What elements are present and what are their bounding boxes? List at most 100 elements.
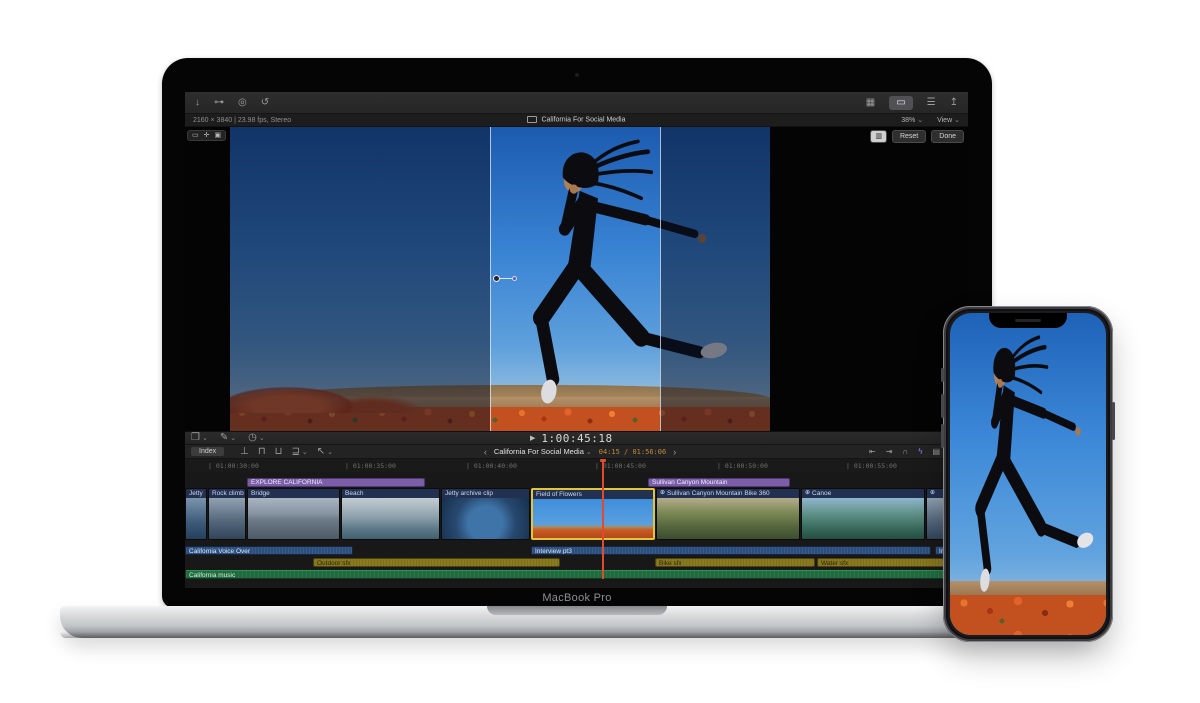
overwrite-edit-icon[interactable]: ⊒⌄ <box>291 447 307 457</box>
crop-trim-button[interactable]: ▭ <box>190 132 201 139</box>
clip-thumbnail <box>657 498 799 539</box>
app-toolbar: ↓ ⊶ ◎ ↺ ▦ ▭ ☰ ↥ <box>185 92 968 114</box>
index-button[interactable]: Index <box>191 447 224 456</box>
audio-clip[interactable]: Outdoor sfx <box>313 558 560 567</box>
timeline-clip[interactable]: ⊕Sullivan Canyon Mountain Bike 360 <box>656 488 800 540</box>
smart-conform-button[interactable]: ▥ <box>870 130 887 143</box>
viewer-view-menu[interactable]: View⌄ <box>937 116 960 124</box>
done-button[interactable]: Done <box>931 130 964 143</box>
ruler-tick: | 01:00:55:00 <box>846 462 897 470</box>
power-button <box>1112 402 1115 440</box>
reset-button[interactable]: Reset <box>892 130 926 143</box>
iphone <box>943 306 1113 642</box>
timeline-clip[interactable]: Jetty <box>185 488 207 540</box>
crop-dim-right <box>660 127 770 431</box>
chevron-down-icon: ⌄ <box>954 117 960 124</box>
audio-clip[interactable]: California Voice Over <box>185 546 353 555</box>
hero-scene: ↓ ⊶ ◎ ↺ ▦ ▭ ☰ ↥ 2160 × 3840 | 23.98 fps, Stere… <box>0 0 1200 703</box>
chevron-down-icon: ⌄ <box>586 449 592 456</box>
snapping-icon[interactable]: ϟ <box>918 448 922 456</box>
audio-skimming-icon[interactable]: ∩ <box>902 448 908 456</box>
select-tool-icon[interactable]: ↖⌄ <box>317 447 333 457</box>
clip-thumbnail <box>342 498 439 539</box>
viewer-tools: ❒⌄ ✎⌄ ◷⌄ <box>191 433 265 443</box>
retime-tool-icon[interactable]: ◷⌄ <box>248 433 265 443</box>
crop-edge-right[interactable] <box>660 127 661 431</box>
history-icon[interactable]: ↺ <box>261 98 269 108</box>
crop-dim-left <box>230 127 490 431</box>
playhead[interactable] <box>602 459 604 579</box>
filmstrip-view-icon[interactable]: ▭ <box>889 96 912 110</box>
title-clip[interactable]: Sullivan Canyon Mountain <box>648 478 790 487</box>
timeline-display-icon[interactable]: ▤ <box>932 448 940 456</box>
crop-crop-button[interactable]: ✛ <box>202 132 212 139</box>
timeline-right-icons: ⇤ ⇥ ∩ ϟ ▤ <box>869 448 940 456</box>
audio-clip[interactable]: California music <box>185 570 968 579</box>
crop-mode-buttons: ▭✛▣ <box>187 130 226 141</box>
connect-edit-icon[interactable]: ⊥ <box>240 447 249 457</box>
inspector-icon[interactable]: ☰ <box>927 98 936 108</box>
play-icon[interactable]: ▶ <box>530 434 535 442</box>
poppy-field <box>950 595 1106 635</box>
timeline-clip[interactable]: Beach <box>341 488 440 540</box>
viewer-timecode: 1:00:45:18 <box>541 432 612 445</box>
timeline-position: 04:15 / 01:56:06 <box>599 448 666 456</box>
next-project-icon[interactable]: › <box>673 447 676 457</box>
webcam-icon <box>575 73 579 77</box>
previous-project-icon[interactable]: ‹ <box>484 447 487 457</box>
clip-thumbnail <box>442 498 529 539</box>
globe-360-icon: ⊕ <box>660 489 665 498</box>
timeline-clip[interactable]: Jetty archive clip <box>441 488 530 540</box>
chevron-down-icon: ⌄ <box>917 117 923 124</box>
jumping-person <box>954 329 1106 601</box>
iphone-screen <box>950 313 1106 635</box>
macbook-label: MacBook Pro <box>162 592 992 604</box>
crop-kenburns-button[interactable]: ▣ <box>213 132 224 139</box>
browser-grid-icon[interactable]: ▦ <box>866 98 875 108</box>
final-cut-pro-window: ↓ ⊶ ◎ ↺ ▦ ▭ ☰ ↥ 2160 × 3840 | 23.98 fps, Stere… <box>185 92 968 588</box>
chevron-down-icon: ⌄ <box>230 435 236 442</box>
clip-name: Bridge <box>248 489 339 498</box>
macbook-bezel: ↓ ⊶ ◎ ↺ ▦ ▭ ☰ ↥ 2160 × 3840 | 23.98 fps, Stere… <box>162 58 992 608</box>
insert-edit-icon[interactable]: ⊓ <box>258 447 266 457</box>
timeline-clip[interactable]: Field of Flowers <box>531 488 655 540</box>
clip-thumbnail <box>186 498 206 539</box>
clip-name: Jetty archive clip <box>442 489 529 498</box>
transform-handle[interactable] <box>493 275 517 282</box>
toolbar-left-icons: ↓ ⊶ ◎ ↺ <box>195 98 269 108</box>
append-edit-icon[interactable]: ⊔ <box>275 447 283 457</box>
title-clip[interactable]: EXPLORE CALIFORNIA <box>247 478 425 487</box>
clip-name: Jetty <box>186 489 206 498</box>
clip-name: Field of Flowers <box>533 490 653 499</box>
viewer-project-title: California For Social Media <box>185 116 968 123</box>
check-circle-icon[interactable]: ◎ <box>238 98 247 108</box>
timeline-tracks: EXPLORE CALIFORNIA Sullivan Canyon Mounta… <box>185 472 968 588</box>
viewer-control-bar: ❒⌄ ✎⌄ ◷⌄ ▶ 1:00:45:18 <box>185 431 968 445</box>
audio-clip[interactable]: Bike sfx <box>655 558 815 567</box>
crop-tool-icon[interactable]: ❒⌄ <box>191 433 208 443</box>
toolbar-right-icons: ▦ ▭ ☰ ↥ <box>866 96 958 110</box>
viewer-canvas: ▭✛▣ ▥ Reset Done <box>185 127 968 431</box>
trim-left-icon[interactable]: ⇤ <box>869 448 876 456</box>
timeline-project-menu[interactable]: California For Social Media⌄ <box>494 447 592 456</box>
timeline-ruler[interactable]: | 01:00:30:00| 01:00:35:00| 01:00:40:00|… <box>185 459 968 473</box>
iphone-notch <box>989 313 1067 328</box>
keying-icon[interactable]: ⊶ <box>214 98 224 108</box>
ruler-tick: | 01:00:35:00 <box>345 462 396 470</box>
chevron-down-icon: ⌄ <box>302 449 308 456</box>
trim-right-icon[interactable]: ⇥ <box>886 448 893 456</box>
timeline-clip[interactable]: Bridge <box>247 488 340 540</box>
audio-clip[interactable]: Interview pt3 <box>531 546 931 555</box>
timeline-clip[interactable]: ⊕Canoe <box>801 488 925 540</box>
draw-tool-icon[interactable]: ✎⌄ <box>220 433 236 443</box>
info-bar: 2160 × 3840 | 23.98 fps, Stereo Californ… <box>185 114 968 127</box>
share-icon[interactable]: ↥ <box>950 98 958 108</box>
globe-360-icon: ⊕ <box>930 489 935 498</box>
timeline-clip[interactable]: Rock climb <box>208 488 246 540</box>
crop-edge-left[interactable] <box>490 127 491 431</box>
viewer-zoom-menu[interactable]: 38%⌄ <box>901 116 923 124</box>
clip-name: ⊕Canoe <box>802 489 924 498</box>
import-icon[interactable]: ↓ <box>195 98 200 108</box>
clip-name: ⊕Sullivan Canyon Mountain Bike 360 <box>657 489 799 498</box>
clip-thumbnail <box>209 498 245 539</box>
